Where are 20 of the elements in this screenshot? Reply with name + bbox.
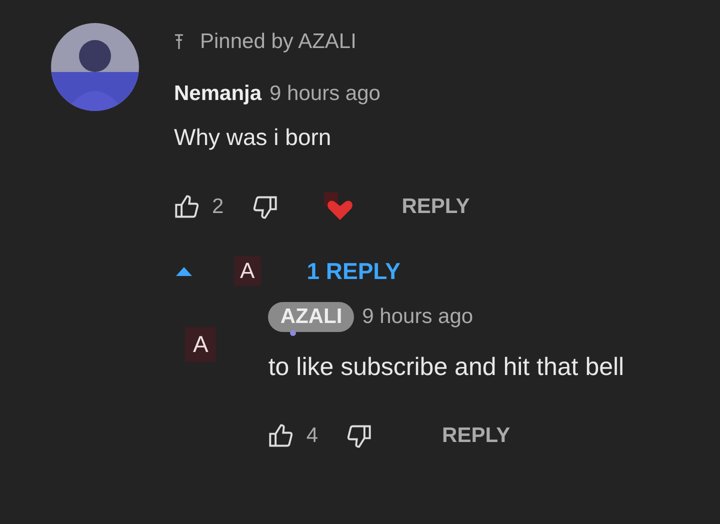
like-count: 4 xyxy=(306,424,318,448)
thumbs-down-icon[interactable] xyxy=(346,423,372,449)
author-name[interactable]: Nemanja xyxy=(174,82,262,106)
pin-icon xyxy=(174,34,184,50)
comment-time[interactable]: 9 hours ago xyxy=(270,82,380,106)
comment-time[interactable]: 9 hours ago xyxy=(362,305,474,329)
avatar-letter[interactable]: A xyxy=(185,327,216,362)
thumbs-up-icon[interactable] xyxy=(174,194,200,220)
reply-button[interactable]: REPLY xyxy=(436,420,516,452)
caret-icon[interactable] xyxy=(176,266,192,276)
view-replies-button[interactable]: 1 REPLY xyxy=(304,254,402,288)
pinned-label: Pinned by AZALI xyxy=(200,30,356,54)
comment-text: Why was i born xyxy=(174,124,332,151)
avatar-letter: A xyxy=(234,256,261,286)
dot-icon xyxy=(290,330,296,336)
thumbs-up-icon[interactable] xyxy=(268,423,294,449)
comment-text: to like subscribe and hit that bell xyxy=(268,353,624,382)
reply-button[interactable]: REPLY xyxy=(396,191,476,223)
thumbs-down-icon[interactable] xyxy=(252,194,278,220)
like-count: 2 xyxy=(212,195,224,219)
